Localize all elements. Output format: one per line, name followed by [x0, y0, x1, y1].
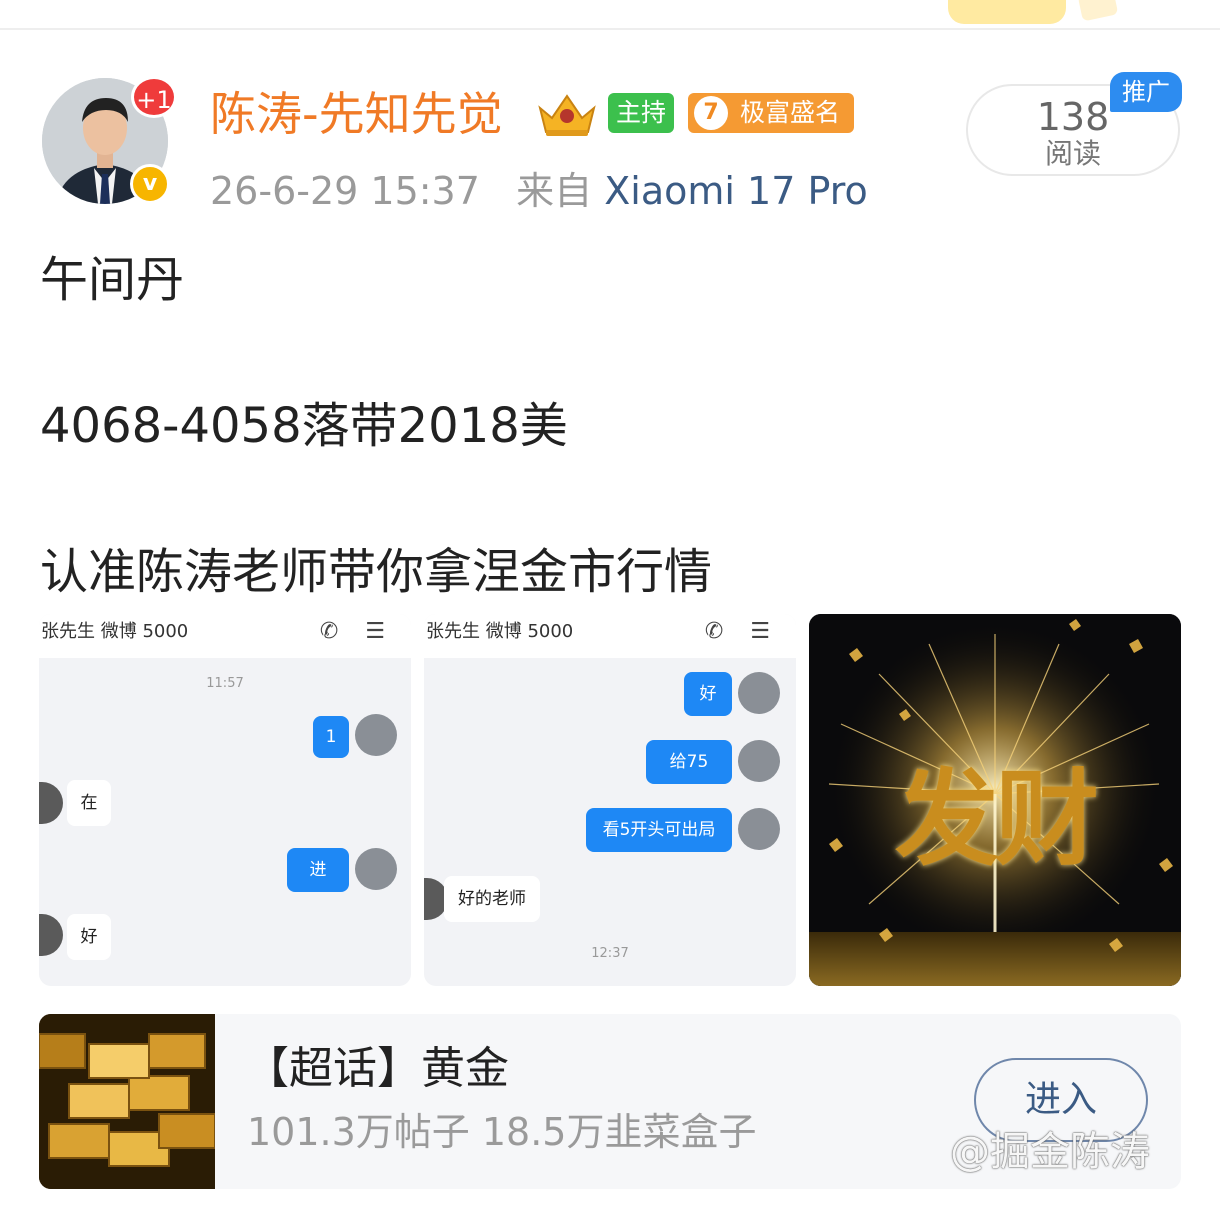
verified-icon: v [130, 164, 170, 204]
rank-title: 极富盛名 [740, 98, 841, 127]
topic-stats: 101.3万帖子 18.5万韭菜盒子 [247, 1110, 757, 1154]
rank-badge: 7 极富盛名 [688, 93, 854, 133]
top-decoration [948, 0, 1066, 24]
post-text-line: 午间丹 [40, 252, 185, 308]
chat-avatar [39, 914, 63, 956]
post-date: 26-6-29 15:37 [210, 169, 480, 213]
top-divider [0, 28, 1220, 30]
chat-header: 张先生 微博 5000 ✆ ☰ [39, 614, 411, 658]
source-prefix: 来自 [516, 169, 593, 213]
plus-one-badge: +1 [131, 76, 177, 118]
crown-icon [538, 94, 596, 136]
read-label: 阅读 [1044, 137, 1101, 170]
fortune-text: 发财 [894, 757, 1099, 880]
host-badge: 主持 [608, 93, 674, 133]
chat-avatar [738, 672, 780, 714]
top-decoration-secondary [1077, 0, 1119, 22]
chat-header: 张先生 微博 5000 ✆ ☰ [424, 614, 796, 658]
chat-avatar [738, 740, 780, 782]
device-link[interactable]: Xiaomi 17 Pro [604, 169, 868, 213]
chat-avatar [355, 714, 397, 756]
chat-bubble-incoming: 好 [67, 914, 111, 960]
chat-avatar [738, 808, 780, 850]
gold-bars-thumbnail [39, 1014, 216, 1189]
post-text-line: 认准陈涛老师带你拿涅金市行情 [40, 544, 713, 600]
chat-avatar [355, 848, 397, 890]
chat-timestamp: 11:57 [206, 676, 244, 691]
promo-badge[interactable]: 推广 [1110, 72, 1182, 112]
chat-avatar [39, 782, 63, 824]
post-meta: 26-6-29 15:37 来自 Xiaomi 17 Pro [210, 166, 868, 216]
chat-bubble-outgoing: 好 [684, 672, 732, 716]
chat-bubble-outgoing: 给75 [646, 740, 732, 784]
post-image-chat-1[interactable]: 张先生 微博 5000 ✆ ☰ 11:57 1 在 进 好 [39, 614, 411, 986]
phone-menu-icon: ✆ ☰ [704, 619, 780, 644]
chat-timestamp: 12:37 [591, 946, 629, 961]
watermark: @掘金陈涛 [950, 1129, 1150, 1175]
rank-level: 7 [694, 96, 728, 130]
chat-bubble-outgoing: 1 [313, 716, 349, 758]
chat-bubble-outgoing: 进 [287, 848, 349, 892]
author-name[interactable]: 陈涛-先知先觉 [210, 84, 503, 144]
post-text-line: 4068-4058落带2018美 [40, 398, 568, 454]
chat-contact-name: 张先生 微博 5000 [426, 621, 574, 642]
post-image-firework[interactable]: 发财 [809, 614, 1181, 986]
post-image-chat-2[interactable]: 张先生 微博 5000 ✆ ☰ 好 给75 看5开头可出局 好的老师 12:37 [424, 614, 796, 986]
chat-bubble-outgoing: 看5开头可出局 [586, 808, 732, 852]
chat-bubble-incoming: 在 [67, 780, 111, 826]
topic-title: 【超话】黄金 [245, 1043, 509, 1094]
phone-menu-icon: ✆ ☰ [319, 619, 395, 644]
chat-bubble-incoming: 好的老师 [444, 876, 540, 922]
gold-bars-image [39, 1014, 216, 1189]
chat-contact-name: 张先生 微博 5000 [41, 621, 189, 642]
